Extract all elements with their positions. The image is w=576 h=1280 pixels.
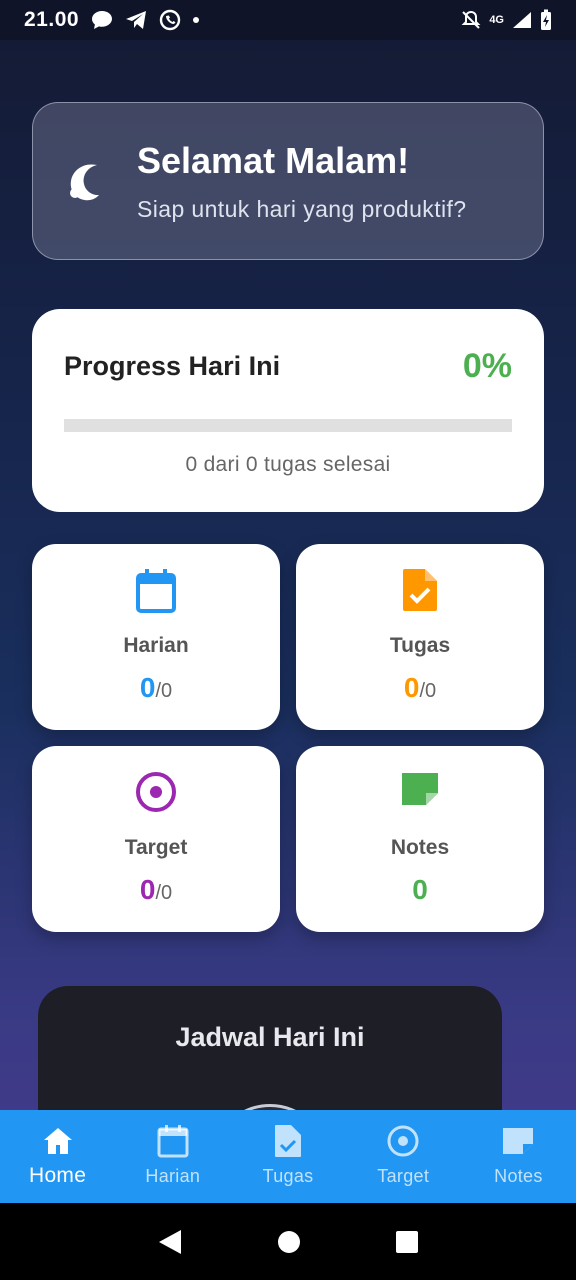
battery-icon bbox=[541, 9, 551, 30]
more-notifications-dot bbox=[193, 17, 200, 23]
whatsapp-icon bbox=[159, 9, 181, 31]
stat-card-harian[interactable]: Harian 0/0 bbox=[32, 544, 280, 730]
nav-label: Harian bbox=[145, 1166, 201, 1186]
task-file-icon bbox=[275, 1125, 301, 1157]
network-type: 4G bbox=[489, 14, 504, 26]
progress-caption: 0 dari 0 tugas selesai bbox=[185, 453, 391, 476]
stat-card-notes[interactable]: Notes 0 bbox=[296, 746, 544, 932]
nav-label: Tugas bbox=[262, 1166, 314, 1186]
nav-item-harian[interactable]: Harian bbox=[115, 1110, 230, 1203]
notification-icons bbox=[91, 9, 200, 31]
back-icon[interactable] bbox=[157, 1228, 183, 1256]
stat-value: 0/0 bbox=[296, 672, 544, 704]
progress-percent: 0% bbox=[462, 347, 512, 385]
stat-label: Target bbox=[124, 836, 188, 859]
stat-label: Tugas bbox=[389, 634, 451, 657]
stat-total: /0 bbox=[419, 680, 437, 702]
calendar-icon bbox=[157, 1125, 189, 1158]
stat-count: 0 bbox=[412, 874, 428, 905]
recents-icon[interactable] bbox=[395, 1230, 419, 1254]
nav-item-notes[interactable]: Notes bbox=[461, 1110, 576, 1203]
nav-item-target[interactable]: Target bbox=[346, 1110, 461, 1203]
nav-label: Target bbox=[377, 1166, 430, 1186]
target-icon bbox=[387, 1125, 419, 1157]
stat-value: 0/0 bbox=[32, 874, 280, 906]
bottom-navigation: Home Harian Tugas Target Notes bbox=[0, 1110, 576, 1203]
note-icon bbox=[402, 773, 438, 805]
system-navigation bbox=[0, 1203, 576, 1280]
nav-item-home[interactable]: Home bbox=[0, 1110, 115, 1203]
stat-total: /0 bbox=[155, 680, 173, 702]
stat-label: Notes bbox=[390, 836, 450, 859]
stat-card-tugas[interactable]: Tugas 0/0 bbox=[296, 544, 544, 730]
home-circle-icon[interactable] bbox=[277, 1230, 301, 1254]
schedule-title: Jadwal Hari Ini bbox=[175, 1022, 365, 1052]
note-icon bbox=[503, 1128, 534, 1154]
greeting-card: Selamat Malam! Siap untuk hari yang prod… bbox=[32, 102, 544, 260]
progress-bar bbox=[64, 419, 512, 432]
stat-count: 0 bbox=[139, 672, 156, 703]
signal-icon bbox=[513, 12, 531, 28]
stat-count: 0 bbox=[139, 874, 156, 905]
greeting-subtitle: Siap untuk hari yang produktif? bbox=[137, 195, 467, 222]
greeting-title: Selamat Malam! bbox=[137, 139, 410, 181]
progress-title: Progress Hari Ini bbox=[64, 351, 281, 381]
nav-label: Home bbox=[28, 1164, 87, 1187]
nav-item-tugas[interactable]: Tugas bbox=[230, 1110, 345, 1203]
task-file-icon bbox=[403, 569, 437, 611]
calendar-icon bbox=[136, 569, 176, 613]
stat-card-target[interactable]: Target 0/0 bbox=[32, 746, 280, 932]
moon-icon bbox=[70, 164, 99, 201]
system-status-icons: 4G bbox=[461, 9, 552, 31]
stat-total: /0 bbox=[155, 882, 173, 904]
progress-card: Progress Hari Ini 0% 0 dari 0 tugas sele… bbox=[32, 309, 544, 512]
telegram-icon bbox=[126, 11, 147, 29]
stat-count: 0 bbox=[403, 672, 420, 703]
mute-bell-icon bbox=[461, 10, 481, 29]
status-bar: 21.00 4G bbox=[0, 0, 576, 40]
target-icon bbox=[136, 772, 176, 812]
chat-bubble-icon bbox=[92, 11, 113, 29]
home-icon bbox=[43, 1128, 72, 1154]
nav-label: Notes bbox=[494, 1166, 543, 1186]
stat-value: 0/0 bbox=[32, 672, 280, 704]
stat-value: 0 bbox=[296, 874, 544, 906]
status-time: 21.00 bbox=[24, 8, 80, 31]
stat-label: Harian bbox=[123, 634, 189, 657]
